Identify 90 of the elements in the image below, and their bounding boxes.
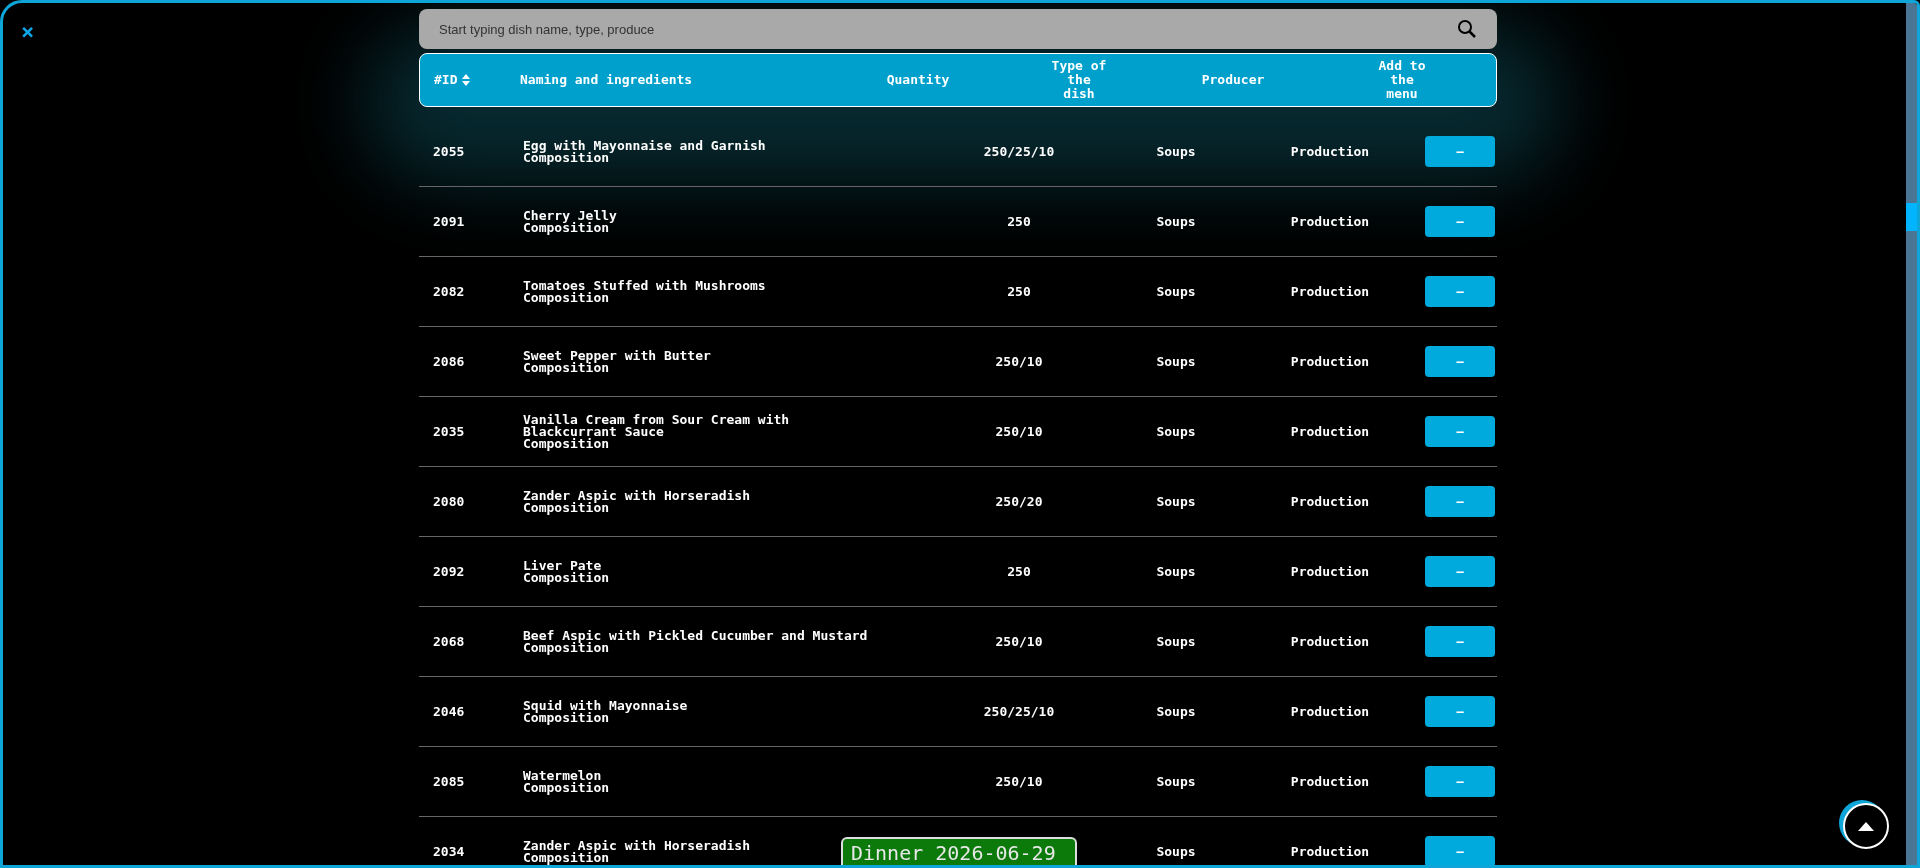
id-cell-text: 2068 [432, 632, 466, 651]
quantity-cell-text: 250 [1007, 282, 1031, 301]
id-cell-text: 2046 [432, 702, 466, 721]
type-cell-text: Soups [1156, 422, 1196, 441]
column-header[interactable]: Type of the dish [1049, 59, 1109, 101]
id-cell-text: 2034 [432, 842, 466, 861]
remove-button[interactable]: — [1425, 486, 1495, 517]
quantity-cell-text: 250/10 [995, 632, 1043, 651]
dish-name: Beef Aspic with Pickled Cucumber and Mustard [523, 629, 868, 642]
dish-name: Tomatoes Stuffed with Mushrooms [523, 279, 766, 292]
remove-button[interactable]: — [1425, 136, 1495, 167]
remove-button[interactable]: — [1425, 346, 1495, 377]
column-header[interactable]: Add to the menu [1372, 59, 1432, 101]
dish-name: Zander Aspic with Horseradish [523, 839, 750, 852]
type-cell-text: Soups [1156, 142, 1196, 161]
quantity-cell-text: 250/10 [995, 772, 1043, 791]
composition-link[interactable]: Composition [523, 711, 610, 724]
id-cell-text: 2035 [432, 422, 466, 441]
sort-icon[interactable] [461, 73, 472, 87]
remove-button[interactable]: — [1425, 696, 1495, 727]
scroll-top-button[interactable] [1843, 803, 1889, 849]
search-field[interactable]: Start typing dish name, type, produce [419, 9, 1497, 49]
up-arrow-icon [1858, 821, 1874, 831]
composition-link[interactable]: Composition [523, 501, 610, 514]
column-header[interactable]: Quantity [886, 70, 950, 90]
producer-cell-text: Production [1290, 562, 1370, 581]
type-cell-text: Soups [1156, 282, 1196, 301]
id-cell-text: 2091 [432, 212, 466, 231]
meal-badge: Dinner 2026-06-29 [841, 837, 1077, 865]
id-cell-text: 2085 [432, 772, 466, 791]
close-button[interactable]: × [21, 21, 35, 43]
id-cell-text: 2080 [432, 492, 466, 511]
producer-cell-text: Production [1290, 632, 1370, 651]
remove-button[interactable]: — [1425, 766, 1495, 797]
composition-link[interactable]: Composition [523, 571, 610, 584]
dish-name: Sweet Pepper with Butter [523, 349, 711, 362]
dish-name: Blackcurrant Sauce [523, 425, 664, 438]
composition-link[interactable]: Composition [523, 851, 610, 864]
composition-link[interactable]: Composition [523, 151, 610, 164]
type-cell-text: Soups [1156, 562, 1196, 581]
id-cell-text: 2092 [432, 562, 466, 581]
remove-button[interactable]: — [1425, 416, 1495, 447]
dish-name: Watermelon [523, 769, 602, 782]
remove-button[interactable]: — [1425, 836, 1495, 865]
dish-name: Squid with Mayonnaise [523, 699, 688, 712]
type-cell-text: Soups [1156, 842, 1196, 861]
column-header[interactable]: #ID [434, 70, 458, 90]
search-icon[interactable] [1457, 19, 1477, 39]
composition-link[interactable]: Composition [523, 361, 610, 374]
producer-cell-text: Production [1290, 702, 1370, 721]
dish-name: Vanilla Cream from Sour Cream with [523, 413, 790, 426]
column-header[interactable]: Producer [1201, 70, 1265, 90]
composition-link[interactable]: Composition [523, 437, 610, 450]
remove-button[interactable]: — [1425, 276, 1495, 307]
dish-name: Liver Pate [523, 559, 602, 572]
composition-link[interactable]: Composition [523, 291, 610, 304]
producer-cell-text: Production [1290, 352, 1370, 371]
dish-name: Zander Aspic with Horseradish [523, 489, 750, 502]
type-cell-text: Soups [1156, 632, 1196, 651]
producer-cell-text: Production [1290, 492, 1370, 511]
quantity-cell-text: 250/25/10 [983, 702, 1055, 721]
id-cell-text: 2086 [432, 352, 466, 371]
type-cell-text: Soups [1156, 772, 1196, 791]
remove-button[interactable]: — [1425, 556, 1495, 587]
id-cell-text: 2082 [432, 282, 466, 301]
type-cell-text: Soups [1156, 212, 1196, 231]
producer-cell-text: Production [1290, 422, 1370, 441]
quantity-cell-text: 250/25/10 [983, 142, 1055, 161]
quantity-cell-text: 250 [1007, 212, 1031, 231]
type-cell-text: Soups [1156, 352, 1196, 371]
type-cell-text: Soups [1156, 702, 1196, 721]
producer-cell-text: Production [1290, 212, 1370, 231]
dish-name: Cherry Jelly [523, 209, 617, 222]
dish-name: Egg with Mayonnaise and Garnish [523, 139, 766, 152]
producer-cell-text: Production [1290, 282, 1370, 301]
producer-cell-text: Production [1290, 142, 1370, 161]
remove-button[interactable]: — [1425, 206, 1495, 237]
quantity-cell-text: 250/10 [995, 352, 1043, 371]
type-cell-text: Soups [1156, 492, 1196, 511]
composition-link[interactable]: Composition [523, 221, 610, 234]
quantity-cell-text: 250/20 [995, 492, 1043, 511]
quantity-cell-text: 250 [1007, 562, 1031, 581]
producer-cell-text: Production [1290, 772, 1370, 791]
id-cell-text: 2055 [432, 142, 466, 161]
quantity-cell-text: 250/10 [995, 422, 1043, 441]
composition-link[interactable]: Composition [523, 641, 610, 654]
remove-button[interactable]: — [1425, 626, 1495, 657]
composition-link[interactable]: Composition [523, 781, 610, 794]
column-header[interactable]: Naming and ingredients [520, 70, 693, 90]
producer-cell-text: Production [1290, 842, 1370, 861]
